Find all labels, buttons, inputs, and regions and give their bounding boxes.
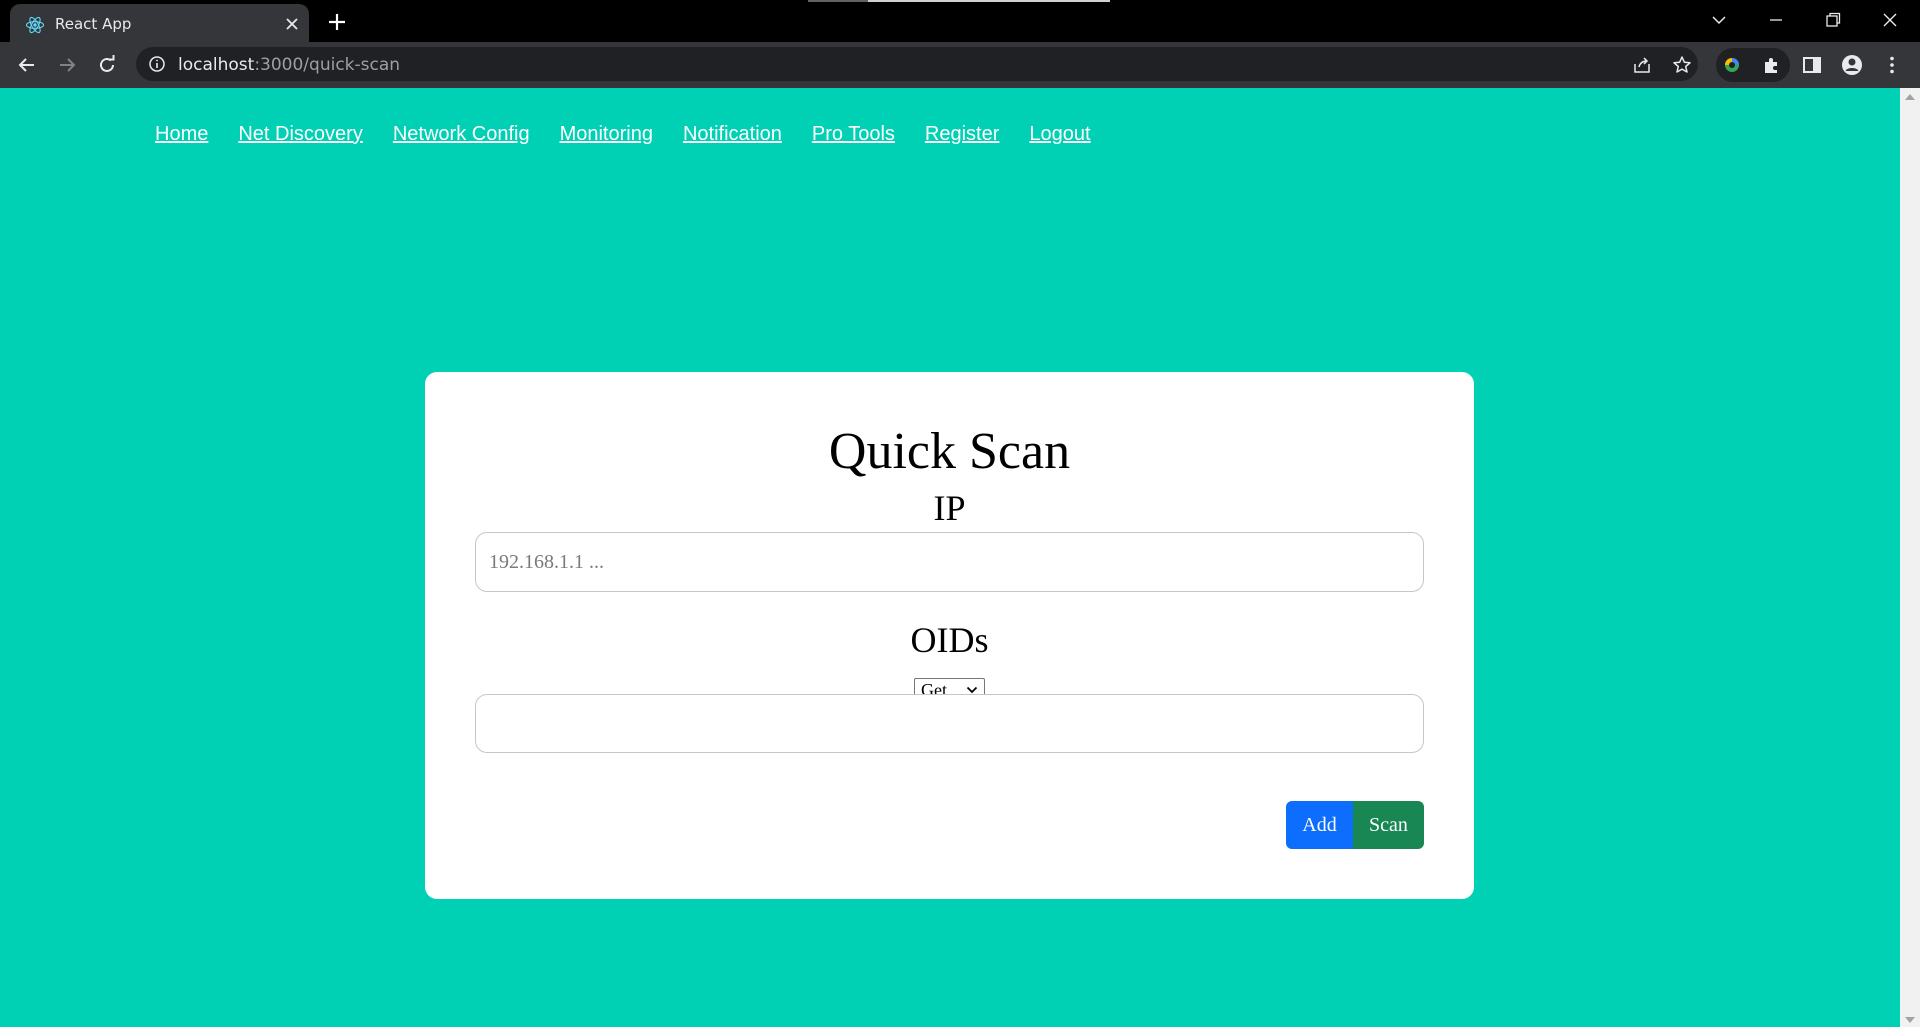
url-path: :3000/quick-scan — [254, 55, 401, 75]
nav-link-network-config[interactable]: Network Config — [393, 123, 530, 146]
page-scrollbar[interactable] — [1900, 88, 1920, 1027]
scroll-up-arrow-icon[interactable] — [1905, 94, 1915, 100]
react-logo-icon — [25, 16, 45, 34]
close-icon[interactable] — [282, 14, 302, 34]
share-icon[interactable] — [1631, 54, 1653, 76]
close-icon[interactable] — [1878, 8, 1902, 32]
add-button[interactable]: Add — [1286, 801, 1353, 849]
ip-label: IP — [933, 488, 966, 528]
url-host: localhost — [178, 55, 255, 75]
nav-link-net-discovery[interactable]: Net Discovery — [238, 123, 362, 146]
puzzle-icon[interactable] — [1760, 53, 1784, 77]
oids-label: OIDs — [910, 620, 989, 660]
scroll-down-arrow-icon[interactable] — [1905, 1017, 1915, 1023]
back-arrow-icon[interactable] — [15, 53, 39, 77]
ip-input[interactable] — [475, 532, 1424, 592]
browser-tab[interactable]: React App — [10, 4, 309, 42]
extension-icon[interactable] — [1720, 53, 1744, 77]
address-bar[interactable]: localhost:3000/quick-scan — [136, 47, 1698, 81]
plus-icon[interactable] — [325, 10, 349, 34]
nav-link-notification[interactable]: Notification — [683, 123, 782, 146]
reload-icon[interactable] — [95, 53, 119, 77]
side-panel-icon[interactable] — [1800, 53, 1824, 77]
browser-title-bar: React App — [0, 0, 1920, 42]
chevron-down-icon[interactable] — [1707, 8, 1731, 32]
nav-link-register[interactable]: Register — [925, 123, 999, 146]
url-text: localhost:3000/quick-scan — [178, 55, 400, 75]
top-strip-highlight — [868, 0, 1110, 2]
page-title: Quick Scan — [828, 423, 1071, 480]
star-icon[interactable] — [1671, 54, 1693, 76]
nav-link-logout[interactable]: Logout — [1029, 123, 1090, 146]
oid-input[interactable] — [475, 694, 1424, 753]
nav-link-home[interactable]: Home — [155, 123, 208, 146]
nav-link-monitoring[interactable]: Monitoring — [560, 123, 653, 146]
chevron-down-icon — [966, 686, 978, 694]
kebab-menu-icon[interactable] — [1880, 53, 1904, 77]
minimize-icon[interactable] — [1764, 8, 1788, 32]
scan-button[interactable]: Scan — [1353, 801, 1424, 849]
quick-scan-card: Quick Scan IP OIDs Get Add Scan — [425, 372, 1474, 899]
tab-title: React App — [55, 15, 132, 33]
browser-toolbar: localhost:3000/quick-scan — [0, 42, 1920, 88]
page-viewport: Home Net Discovery Network Config Monito… — [0, 88, 1920, 1027]
info-icon[interactable] — [148, 55, 166, 73]
nav-link-pro-tools[interactable]: Pro Tools — [812, 123, 895, 146]
profile-icon[interactable] — [1840, 53, 1864, 77]
restore-icon[interactable] — [1821, 8, 1845, 32]
top-navigation: Home Net Discovery Network Config Monito… — [155, 123, 1091, 146]
forward-arrow-icon[interactable] — [55, 53, 79, 77]
